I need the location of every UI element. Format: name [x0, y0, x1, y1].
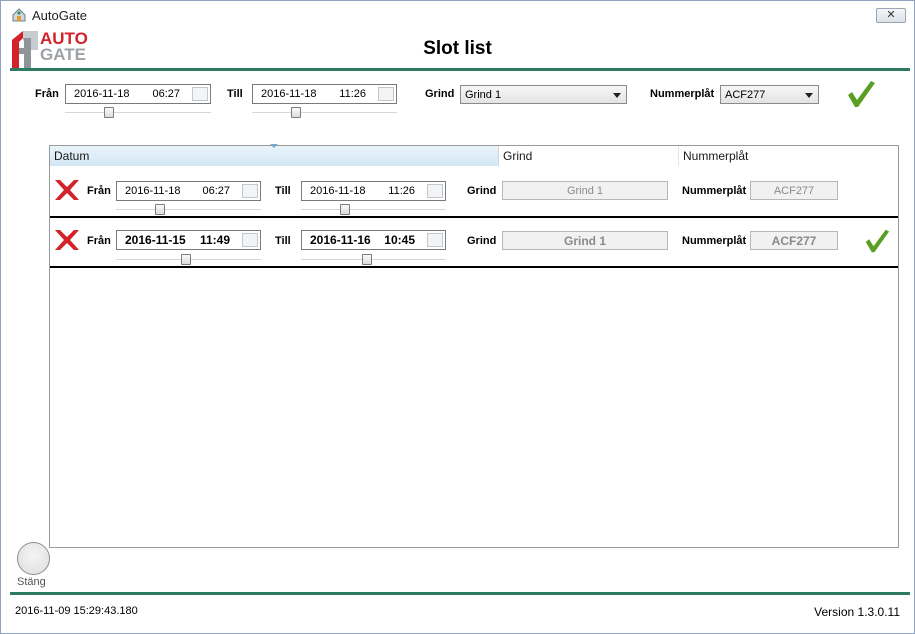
row-from-time: 11:49 [199, 233, 230, 247]
slider-thumb[interactable] [340, 204, 350, 215]
column-header-grind[interactable]: Grind [499, 146, 679, 166]
slot-list: Datum Grind Nummerplåt Från 2016-11-18 0… [49, 144, 899, 548]
slider-thumb[interactable] [181, 254, 191, 265]
close-round-button[interactable] [17, 542, 50, 575]
row-till-time: 11:26 [388, 185, 415, 197]
row-plate-value: ACF277 [750, 231, 838, 250]
filter-plate-label: Nummerplåt [650, 88, 715, 100]
check-icon[interactable] [864, 226, 890, 259]
row-till-datetime[interactable]: 2016-11-18 11:26 [301, 181, 446, 201]
window-title: AutoGate [32, 8, 87, 23]
calendar-icon[interactable] [242, 233, 258, 247]
slider-track [116, 209, 261, 211]
footer-version: Version 1.3.0.11 [814, 605, 900, 619]
row-divider [50, 216, 898, 218]
row-till-label: Till [275, 235, 291, 247]
header-divider [10, 68, 910, 71]
title-bar: AutoGate ✕ [1, 1, 914, 29]
row-from-datetime[interactable]: 2016-11-18 06:27 [116, 181, 261, 201]
filter-till-label: Till [227, 88, 243, 100]
row-plate-label: Nummerplåt [682, 235, 747, 247]
close-button-label: Stäng [17, 576, 46, 588]
column-header-plate[interactable]: Nummerplåt [679, 146, 899, 166]
chevron-down-icon [805, 93, 813, 98]
calendar-icon[interactable] [427, 233, 443, 247]
filter-till-time: 11:26 [339, 88, 366, 100]
app-icon [11, 7, 27, 23]
calendar-icon[interactable] [427, 184, 443, 198]
column-header-label: Datum [54, 149, 90, 163]
calendar-icon[interactable] [378, 87, 394, 101]
row-till-label: Till [275, 185, 291, 197]
row-till-time: 10:45 [384, 233, 415, 247]
row-from-label: Från [87, 235, 111, 247]
filter-from-slider[interactable] [65, 107, 211, 119]
grind-select-value: Grind 1 [465, 89, 502, 101]
slider-track [252, 112, 397, 114]
filter-from-time: 06:27 [152, 88, 180, 100]
filter-till-datetime[interactable]: 2016-11-18 11:26 [252, 84, 397, 104]
plate-select-value: ACF277 [725, 89, 766, 101]
row-grind-value: Grind 1 [502, 181, 668, 200]
row-till-datetime[interactable]: 2016-11-16 10:45 [301, 230, 446, 250]
slider-track [301, 259, 446, 261]
footer-divider [10, 592, 910, 595]
row-grind-label: Grind [467, 235, 497, 247]
row-from-slider[interactable] [116, 204, 261, 216]
delete-x-icon[interactable] [54, 179, 80, 204]
column-header-datum[interactable]: Datum [50, 144, 499, 166]
grind-select[interactable]: Grind 1 [460, 85, 627, 104]
row-grind-label: Grind [467, 185, 497, 197]
calendar-icon[interactable] [242, 184, 258, 198]
slider-thumb[interactable] [104, 107, 114, 118]
filter-till-date: 2016-11-18 [261, 88, 317, 100]
row-till-slider[interactable] [301, 204, 446, 216]
row-plate-value: ACF277 [750, 181, 838, 200]
chevron-down-icon [613, 93, 621, 98]
app-window: AutoGate ✕ AUTO GATE Slot list Från 2016… [0, 0, 915, 634]
slider-thumb[interactable] [362, 254, 372, 265]
row-till-slider[interactable] [301, 254, 446, 266]
row-plate-label: Nummerplåt [682, 185, 747, 197]
plate-select[interactable]: ACF277 [720, 85, 819, 104]
calendar-icon[interactable] [192, 87, 208, 101]
filter-till-slider[interactable] [252, 107, 397, 119]
slider-track [65, 112, 211, 114]
row-divider [50, 266, 898, 268]
filter-grind-label: Grind [425, 88, 455, 100]
row-from-time: 06:27 [202, 185, 230, 197]
row-from-label: Från [87, 185, 111, 197]
sort-arrow-icon [270, 144, 278, 148]
slider-thumb[interactable] [155, 204, 165, 215]
slider-thumb[interactable] [291, 107, 301, 118]
row-grind-value: Grind 1 [502, 231, 668, 250]
filter-from-datetime[interactable]: 2016-11-18 06:27 [65, 84, 211, 104]
footer-timestamp: 2016-11-09 15:29:43.180 [15, 605, 138, 617]
row-from-slider[interactable] [116, 254, 261, 266]
window-close-button[interactable]: ✕ [876, 8, 906, 23]
check-icon[interactable] [846, 79, 876, 112]
row-from-datetime[interactable]: 2016-11-15 11:49 [116, 230, 261, 250]
page-title: Slot list [423, 38, 492, 59]
filter-from-label: Från [35, 88, 59, 100]
row-till-date: 2016-11-16 [310, 233, 371, 247]
filter-from-date: 2016-11-18 [74, 88, 130, 100]
delete-x-icon[interactable] [54, 229, 80, 254]
slider-track [301, 209, 446, 211]
row-from-date: 2016-11-18 [125, 185, 181, 197]
row-from-date: 2016-11-15 [125, 233, 186, 247]
row-till-date: 2016-11-18 [310, 185, 366, 197]
